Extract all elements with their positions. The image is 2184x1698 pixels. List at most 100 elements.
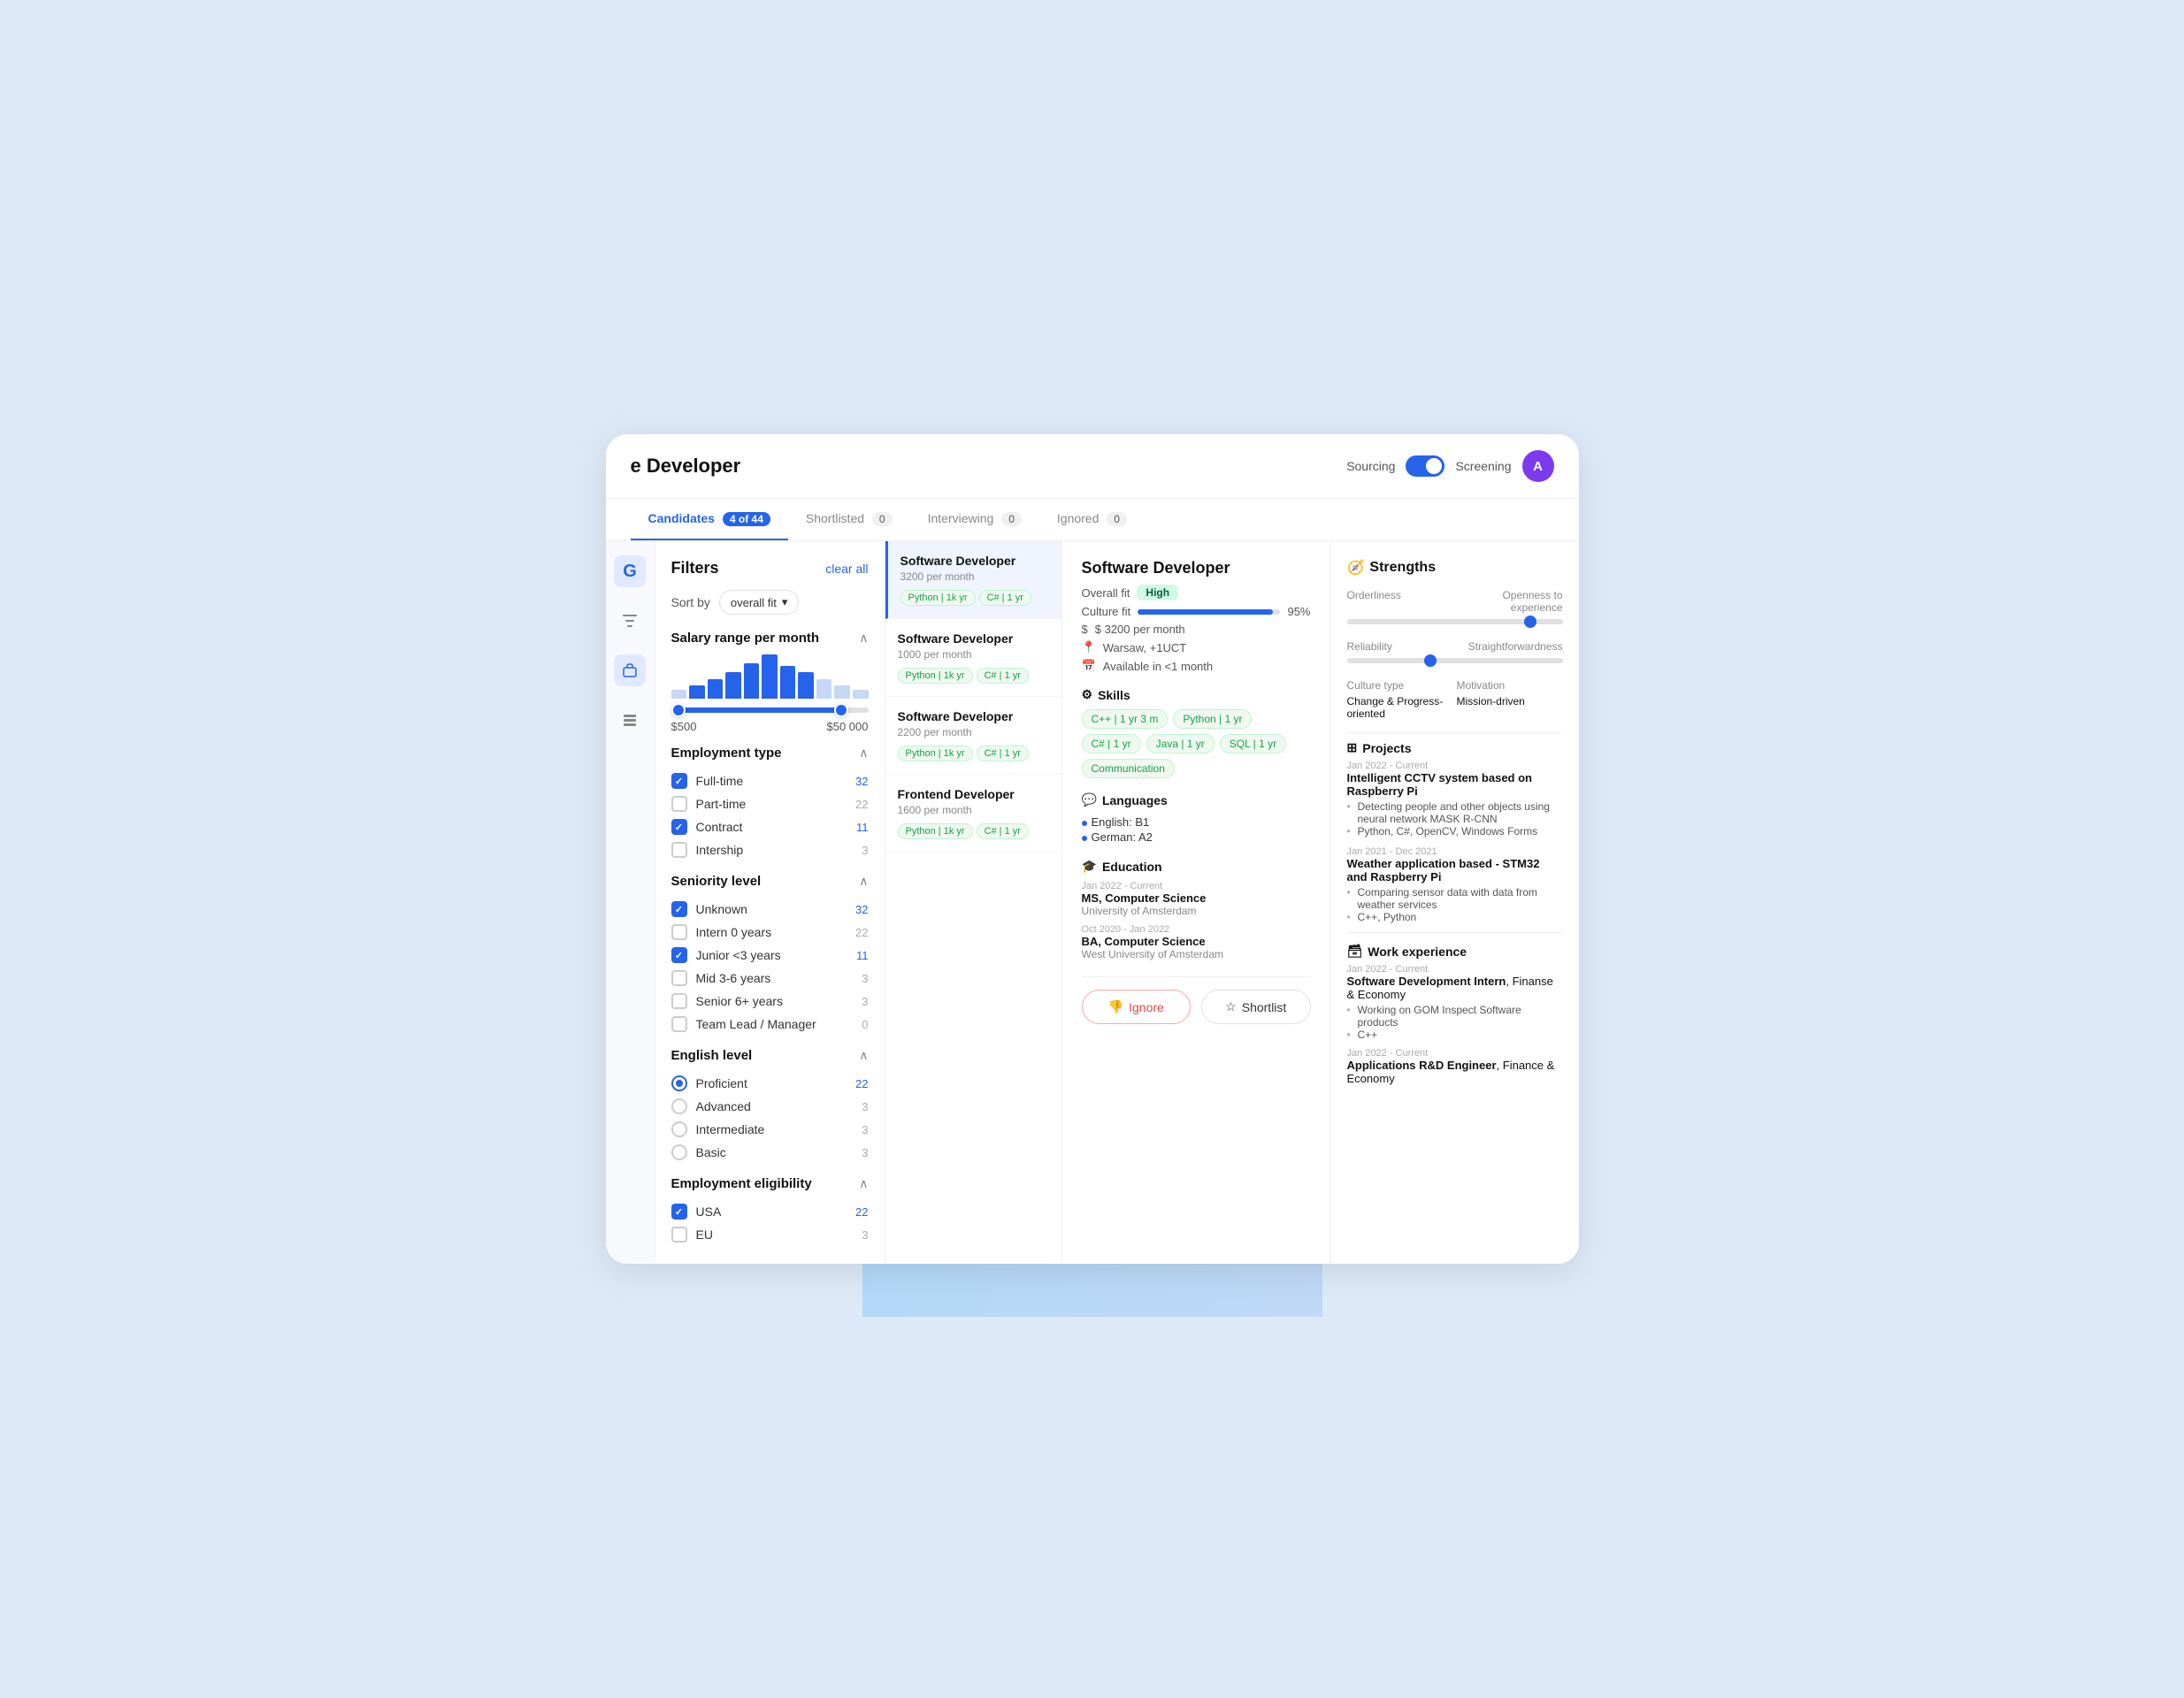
eligibility-section-header[interactable]: Employment eligibility ∧ — [671, 1176, 869, 1191]
detail-location-row: 📍 Warsaw, +1UCT — [1082, 640, 1311, 654]
nav-briefcase-icon[interactable] — [614, 654, 646, 686]
intern-label: Intern 0 years — [696, 925, 842, 939]
checkbox-intership[interactable] — [671, 842, 687, 858]
checkbox-junior[interactable] — [671, 947, 687, 963]
ignore-button[interactable]: 👎 Ignore — [1082, 990, 1192, 1024]
intern-count: 22 — [851, 926, 869, 939]
checkbox-unknown[interactable] — [671, 901, 687, 917]
filter-item-intern[interactable]: Intern 0 years 22 — [671, 921, 869, 944]
chart-bar-2 — [689, 685, 705, 699]
motivation-val: Mission-driven — [1457, 695, 1563, 720]
seniority-section-header[interactable]: Seniority level ∧ — [671, 874, 869, 889]
candidate-card-3[interactable]: Software Developer 2200 per month Python… — [885, 697, 1061, 775]
candidate-card-4[interactable]: Frontend Developer 1600 per month Python… — [885, 775, 1061, 853]
avatar: A — [1522, 450, 1554, 482]
candidate-card-1[interactable]: Software Developer 3200 per month Python… — [885, 541, 1061, 619]
eligibility-items: USA 22 EU 3 — [671, 1200, 869, 1246]
filter-item-unknown[interactable]: Unknown 32 — [671, 898, 869, 921]
filter-item-teamlead[interactable]: Team Lead / Manager 0 — [671, 1013, 869, 1036]
salary-chart — [671, 654, 869, 699]
checkbox-teamlead[interactable] — [671, 1016, 687, 1032]
salary-min-label: $500 — [671, 720, 697, 733]
candidate-1-skills: Python | 1k yr C# | 1 yr — [900, 590, 1049, 606]
checkbox-intern[interactable] — [671, 924, 687, 940]
tab-all[interactable]: Candidates 4 of 44 — [631, 499, 788, 540]
candidate-list: Software Developer 3200 per month Python… — [885, 541, 1062, 1264]
filter-item-intership[interactable]: Intership 3 — [671, 838, 869, 861]
radio-intermediate[interactable] — [671, 1121, 687, 1137]
radio-advanced[interactable] — [671, 1098, 687, 1114]
checkbox-senior[interactable] — [671, 993, 687, 1009]
salary-section-header[interactable]: Salary range per month ∧ — [671, 631, 869, 646]
project-2: Jan 2021 - Dec 2021 Weather application … — [1347, 846, 1563, 923]
radio-basic[interactable] — [671, 1144, 687, 1160]
tab-shortlisted-label: Shortlisted — [806, 511, 864, 525]
skills-section: ⚙ Skills C++ | 1 yr 3 m Python | 1 yr C#… — [1082, 687, 1311, 778]
tab-all-label: Candidates — [648, 511, 715, 525]
chart-bar-11 — [853, 690, 869, 699]
seniority-chevron-icon: ∧ — [859, 874, 868, 889]
sourcing-toggle[interactable] — [1406, 455, 1445, 477]
unknown-count: 32 — [851, 903, 869, 916]
filter-item-eu[interactable]: EU 3 — [671, 1223, 869, 1246]
filter-item-usa[interactable]: USA 22 — [671, 1200, 869, 1223]
tab-ignored-badge: 0 — [1107, 512, 1127, 526]
shortlist-button[interactable]: ☆ Shortlist — [1201, 990, 1311, 1024]
suitcase-icon: 🗃 — [1347, 944, 1363, 959]
salary-thumb-left[interactable] — [671, 703, 686, 717]
filter-item-senior[interactable]: Senior 6+ years 3 — [671, 990, 869, 1013]
plus-square-icon: ⊞ — [1347, 740, 1358, 755]
tab-interviewing-label: Interviewing — [928, 511, 994, 525]
checkbox-parttime[interactable] — [671, 796, 687, 812]
skill-tag: Python | 1k yr — [900, 590, 976, 606]
page-title: e Developer — [631, 455, 1333, 478]
salary-slider[interactable] — [671, 708, 869, 713]
filter-item-intermediate[interactable]: Intermediate 3 — [671, 1118, 869, 1141]
intership-label: Intership — [696, 843, 842, 857]
header-right: Sourcing Screening A — [1346, 450, 1553, 482]
ignore-button-label: Ignore — [1129, 1000, 1164, 1014]
english-section-header[interactable]: English level ∧ — [671, 1048, 869, 1063]
english-chevron-icon: ∧ — [859, 1048, 868, 1063]
action-buttons: 👎 Ignore ☆ Shortlist — [1082, 976, 1311, 1024]
filter-title: Filters — [671, 559, 719, 577]
chart-bar-6 — [762, 654, 778, 699]
radio-proficient[interactable] — [671, 1075, 687, 1091]
unknown-label: Unknown — [696, 902, 842, 916]
checkbox-mid[interactable] — [671, 970, 687, 986]
shortlist-button-label: Shortlist — [1242, 1000, 1287, 1014]
employment-type-section-header[interactable]: Employment type ∧ — [671, 746, 869, 761]
filter-item-mid[interactable]: Mid 3-6 years 3 — [671, 967, 869, 990]
filter-item-proficient[interactable]: Proficient 22 — [671, 1072, 869, 1095]
skills-title: ⚙ Skills — [1082, 687, 1311, 702]
body-layout: G Filters clear all Sort by — [606, 541, 1579, 1264]
clear-all-button[interactable]: clear all — [825, 562, 868, 576]
contract-count: 11 — [851, 821, 869, 834]
filter-item-parttime[interactable]: Part-time 22 — [671, 792, 869, 815]
nav-filter-icon[interactable] — [614, 605, 646, 637]
edu-2-school: West University of Amsterdam — [1082, 948, 1311, 960]
parttime-count: 22 — [851, 798, 869, 811]
skill-tag: Python | 1k yr — [898, 668, 973, 684]
filter-item-advanced[interactable]: Advanced 3 — [671, 1095, 869, 1118]
checkbox-contract[interactable] — [671, 819, 687, 835]
checkbox-fulltime[interactable] — [671, 773, 687, 789]
tab-shortlisted[interactable]: Shortlisted 0 — [788, 499, 910, 540]
chart-bar-7 — [780, 666, 796, 700]
filter-item-junior[interactable]: Junior <3 years 11 — [671, 944, 869, 967]
checkbox-usa[interactable] — [671, 1204, 687, 1220]
skill-sql: SQL | 1 yr — [1220, 734, 1286, 753]
nav-logo[interactable]: G — [614, 555, 646, 587]
filter-item-contract[interactable]: Contract 11 — [671, 815, 869, 838]
tab-interviewing[interactable]: Interviewing 0 — [910, 499, 1039, 540]
filter-item-fulltime[interactable]: Full-time 32 — [671, 769, 869, 792]
candidate-card-2[interactable]: Software Developer 1000 per month Python… — [885, 619, 1061, 697]
checkbox-eu[interactable] — [671, 1227, 687, 1243]
filter-item-basic[interactable]: Basic 3 — [671, 1141, 869, 1164]
sort-select[interactable]: overall fit ▾ — [719, 590, 800, 615]
tab-ignored[interactable]: Ignored 0 — [1039, 499, 1145, 540]
salary-thumb-right[interactable] — [834, 703, 848, 717]
project-2-bullet-1: Comparing sensor data with data from wea… — [1347, 886, 1563, 911]
nav-list-icon[interactable] — [614, 704, 646, 736]
edu-item-1: Jan 2022 - Current MS, Computer Science … — [1082, 881, 1311, 917]
